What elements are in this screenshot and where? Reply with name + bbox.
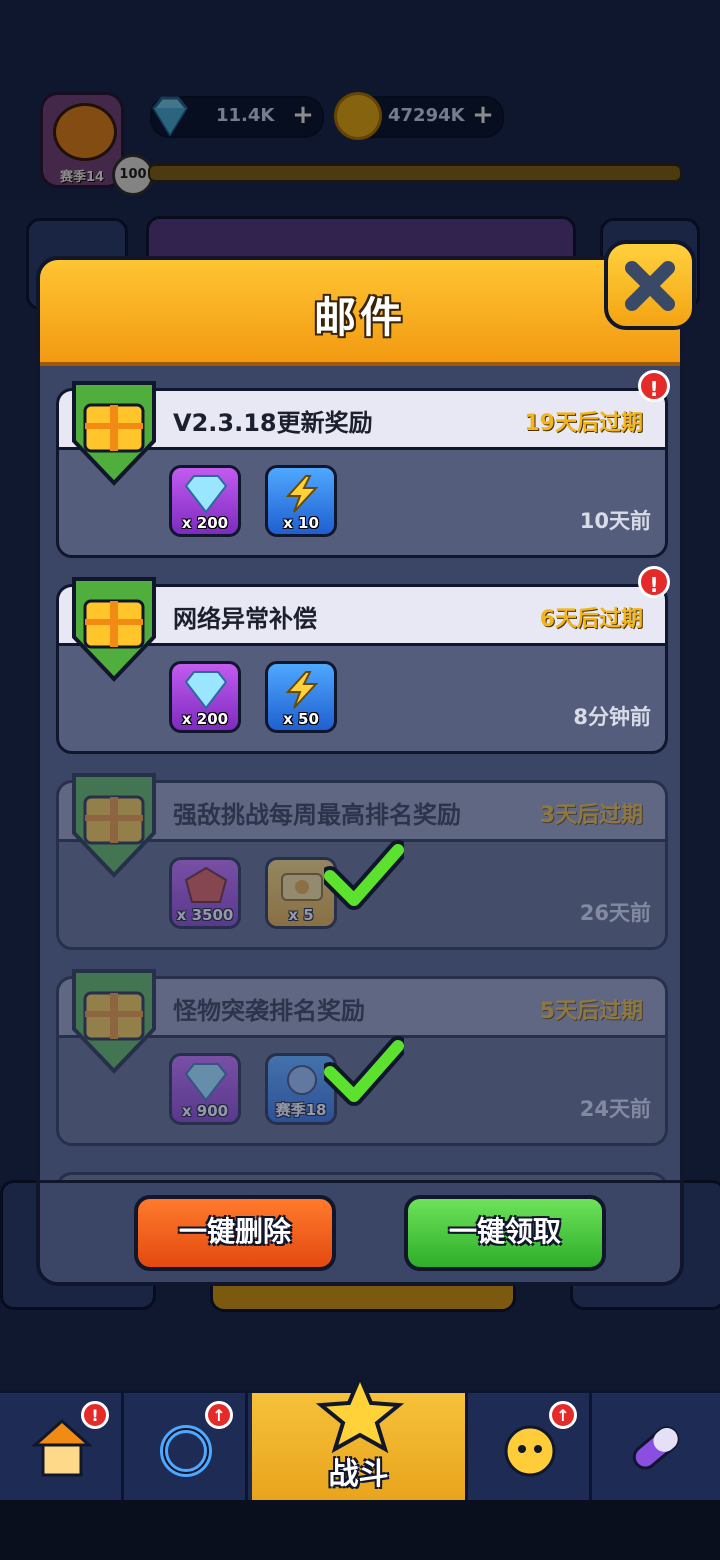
mail-expiry: 3天后过期 bbox=[539, 803, 643, 828]
mail-age: 24天前 bbox=[579, 1097, 651, 1121]
reward-qty: x 200 bbox=[181, 514, 229, 532]
diamond-icon bbox=[184, 475, 228, 514]
capsule-icon bbox=[632, 1426, 680, 1470]
reward-slot[interactable]: x 3500 bbox=[169, 857, 241, 929]
mail-title: 强敌挑战每周最高排名奖励 bbox=[173, 801, 461, 829]
nav-battle[interactable]: 战斗 bbox=[252, 1373, 468, 1503]
gift-shield-icon bbox=[72, 577, 156, 682]
reward-slot[interactable]: x 900 bbox=[169, 1053, 241, 1125]
diamond-icon bbox=[184, 1063, 228, 1102]
gift-shield-icon bbox=[72, 773, 156, 878]
reward-slot[interactable]: x 50 bbox=[265, 661, 337, 733]
mail-item[interactable]: V2.3.18更新奖励 19天后过期 x 200 x 10 10天前 bbox=[56, 381, 668, 558]
gift-shield-icon bbox=[72, 381, 156, 486]
lightning-icon bbox=[285, 671, 319, 709]
unread-alert-badge: ! bbox=[638, 566, 670, 598]
nav-shop[interactable]: ! bbox=[0, 1393, 124, 1503]
claimed-check-icon bbox=[324, 1036, 404, 1106]
mail-expiry: 6天后过期 bbox=[539, 607, 643, 632]
mail-age: 10天前 bbox=[579, 509, 651, 533]
reward-qty: x 200 bbox=[181, 710, 229, 728]
close-icon bbox=[625, 261, 675, 311]
mail-item[interactable] bbox=[56, 1172, 668, 1180]
mail-item[interactable]: 网络异常补偿 6天后过期 x 200 x 50 8分钟前 bbox=[56, 577, 668, 754]
reward-qty: x 3500 bbox=[176, 906, 234, 924]
mail-age: 8分钟前 bbox=[573, 705, 651, 729]
season-avatar-icon bbox=[287, 1065, 317, 1095]
lightning-icon bbox=[285, 475, 319, 513]
mail-title: 网络异常补偿 bbox=[173, 605, 317, 633]
upgrade-arrow-icon: ↑ bbox=[205, 1401, 233, 1429]
claim-all-button[interactable]: 一键领取 bbox=[404, 1195, 606, 1271]
claimed-check-icon bbox=[324, 840, 404, 910]
ticket-icon bbox=[281, 873, 323, 901]
reward-slot[interactable]: x 200 bbox=[169, 661, 241, 733]
reward-slot[interactable]: x 200 bbox=[169, 465, 241, 537]
reward-qty: x 50 bbox=[283, 710, 319, 728]
mail-modal: 邮件 V2.3.18更新奖励 19天后过期 x 200 x 10 10天前 网络… bbox=[36, 256, 684, 1286]
modal-header: 邮件 bbox=[40, 260, 680, 366]
reward-qty: x 900 bbox=[181, 1102, 229, 1120]
unread-alert-badge: ! bbox=[638, 370, 670, 402]
mail-age: 26天前 bbox=[579, 901, 651, 925]
bottom-nav: ! ↑ 战斗 ↑ bbox=[0, 1373, 720, 1503]
reward-slot[interactable]: x 10 bbox=[265, 465, 337, 537]
mail-expiry: 5天后过期 bbox=[539, 999, 643, 1024]
star-icon bbox=[315, 1373, 405, 1453]
red-gem-icon bbox=[184, 866, 228, 903]
upgrade-arrow-icon: ↑ bbox=[549, 1401, 577, 1429]
nav-heroes[interactable]: ↑ bbox=[468, 1393, 592, 1503]
mail-title: V2.3.18更新奖励 bbox=[173, 409, 373, 437]
delete-all-button[interactable]: 一键删除 bbox=[134, 1195, 336, 1271]
nav-items[interactable] bbox=[592, 1393, 720, 1503]
gift-shield-icon bbox=[72, 969, 156, 1074]
diamond-icon bbox=[184, 671, 228, 710]
nav-alert-badge: ! bbox=[81, 1401, 109, 1429]
mail-list[interactable]: V2.3.18更新奖励 19天后过期 x 200 x 10 10天前 网络异常补… bbox=[56, 380, 672, 1180]
nav-equipment[interactable]: ↑ bbox=[124, 1393, 248, 1503]
close-button[interactable] bbox=[604, 240, 696, 330]
mail-expiry: 19天后过期 bbox=[524, 411, 643, 436]
modal-title: 邮件 bbox=[313, 293, 406, 342]
system-bar bbox=[0, 1500, 720, 1560]
modal-footer: 一键删除 一键领取 bbox=[40, 1180, 680, 1282]
mail-title: 怪物突袭排名奖励 bbox=[173, 997, 365, 1025]
nav-battle-label: 战斗 bbox=[328, 1457, 389, 1492]
reward-qty: x 10 bbox=[283, 514, 319, 532]
